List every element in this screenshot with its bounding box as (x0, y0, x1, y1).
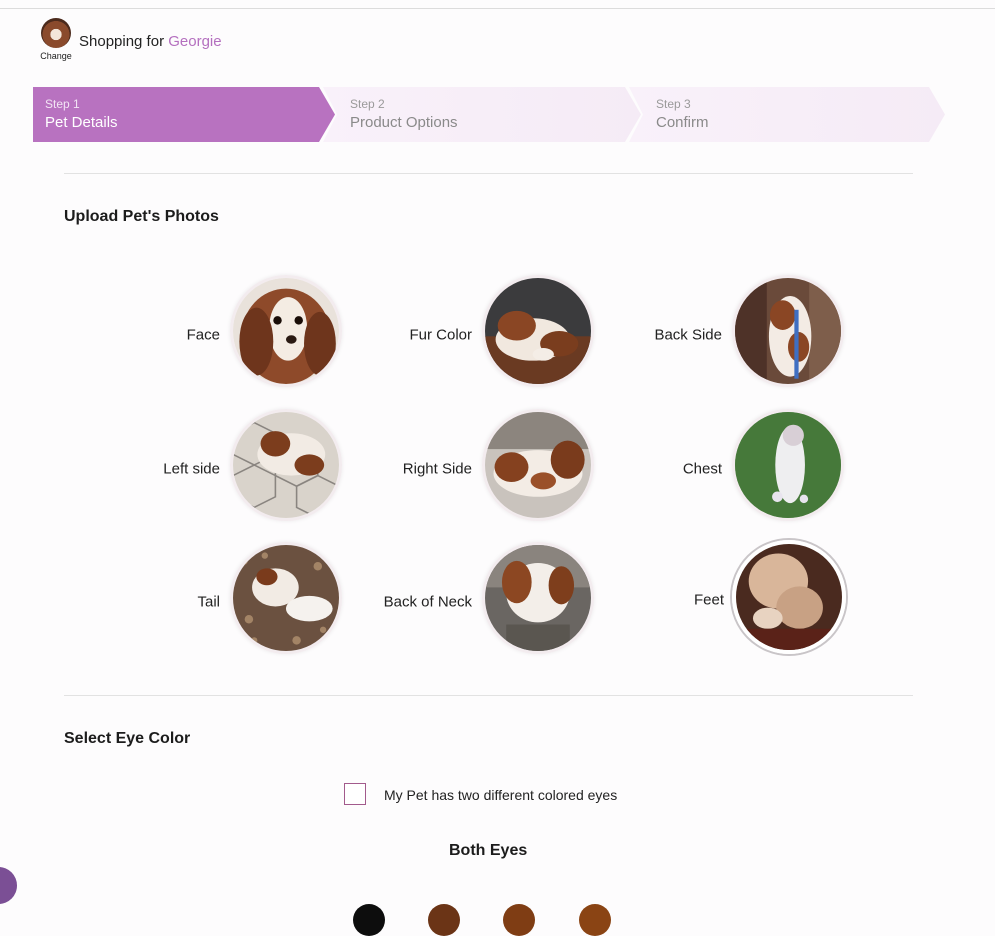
step-confirm[interactable]: Step 3 Confirm (629, 87, 945, 142)
photo-chest-thumbnail[interactable] (732, 409, 844, 521)
chat-widget-button[interactable] (0, 867, 17, 904)
photo-label: Back Side (654, 326, 722, 344)
step-name: Product Options (350, 114, 458, 131)
eye-color-swatch[interactable] (579, 904, 611, 936)
both-eyes-heading: Both Eyes (449, 842, 528, 859)
photo-slot-chest[interactable]: Chest (514, 409, 844, 529)
photo-label: Back of Neck (383, 593, 472, 611)
upload-photos-title: Upload Pet's Photos (64, 208, 219, 225)
photo-back-side-thumbnail[interactable] (732, 275, 844, 387)
photo-label: Face (186, 326, 220, 344)
photo-label: Fur Color (409, 326, 472, 344)
avatar[interactable] (41, 18, 71, 48)
step-number: Step 2 (350, 97, 385, 111)
progress-steps: Step 1 Pet Details Step 2 Product Option… (33, 87, 945, 142)
photo-label: Chest (682, 460, 722, 478)
photo-slot-feet[interactable]: Feet (514, 540, 846, 660)
divider (64, 695, 913, 696)
top-border (0, 8, 995, 9)
pet-name[interactable]: Georgie (168, 33, 221, 50)
divider (64, 173, 913, 174)
eye-color-swatch[interactable] (428, 904, 460, 936)
step-name: Pet Details (45, 114, 118, 131)
two-colored-eyes-label[interactable]: My Pet has two different colored eyes (384, 787, 617, 803)
two-colored-eyes-checkbox[interactable] (344, 783, 366, 805)
photo-label: Right Side (402, 460, 472, 478)
eye-color-title: Select Eye Color (64, 730, 191, 747)
step-name: Confirm (656, 114, 709, 131)
shopping-prefix: Shopping for (79, 33, 169, 50)
step-pet-details[interactable]: Step 1 Pet Details (33, 87, 335, 142)
step-product-options[interactable]: Step 2 Product Options (323, 87, 641, 142)
photo-slot-back-side[interactable]: Back Side (514, 275, 844, 395)
change-link[interactable]: Change (38, 51, 74, 61)
step-number: Step 1 (45, 97, 80, 111)
photo-label: Tail (197, 593, 220, 611)
photo-label: Left side (163, 460, 220, 478)
photo-feet-thumbnail[interactable] (732, 540, 846, 654)
pet-avatar-change[interactable]: Change (38, 18, 74, 61)
shopping-for-text: Shopping for Georgie (79, 33, 222, 50)
photo-label: Feet (693, 591, 724, 609)
eye-color-swatch[interactable] (503, 904, 535, 936)
eye-color-swatch[interactable] (353, 904, 385, 936)
step-number: Step 3 (656, 97, 691, 111)
